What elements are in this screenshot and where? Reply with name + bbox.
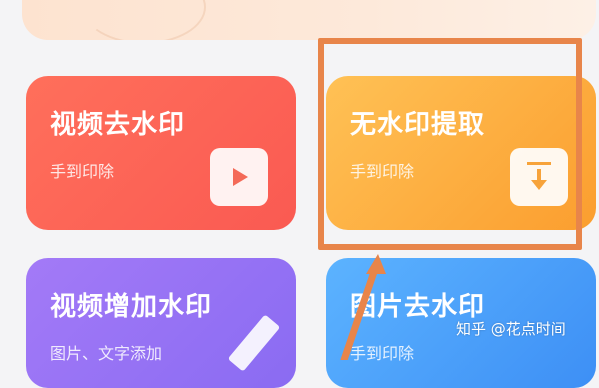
watermark-text: 知乎 @花点时间 (456, 320, 566, 338)
card-subtitle: 图片、文字添加 (50, 344, 163, 363)
card-subtitle: 手到印除 (50, 162, 115, 181)
card-title: 视频增加水印 (50, 292, 213, 322)
top-banner-card[interactable] (22, 0, 596, 40)
video-remove-watermark-card[interactable]: 视频去水印 手到印除 (26, 76, 296, 230)
card-title: 视频去水印 (50, 110, 186, 140)
play-icon (210, 148, 268, 206)
banner-decoration (82, 0, 206, 40)
annotation-arrow-icon (340, 254, 386, 360)
annotation-highlight-box (318, 38, 582, 250)
video-add-watermark-card[interactable]: 视频增加水印 图片、文字添加 (26, 258, 296, 388)
pencil-icon (218, 308, 288, 382)
